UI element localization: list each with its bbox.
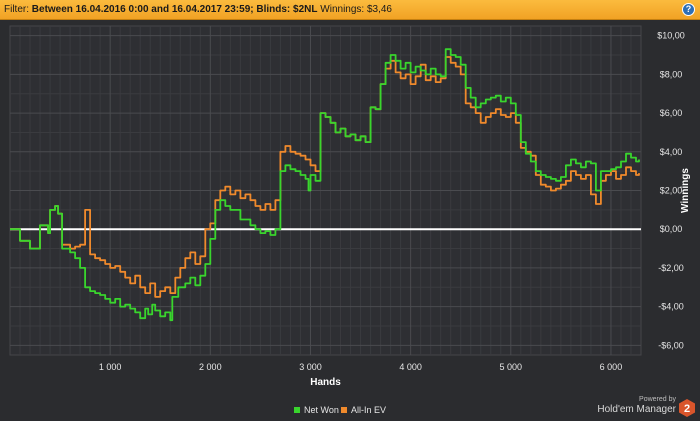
- y-tick-label: $4,00: [660, 147, 683, 157]
- allin-ev-swatch: [341, 407, 347, 413]
- y-tick-label: $10,00: [657, 31, 685, 41]
- filter-winnings: Winnings: $3,46: [320, 4, 392, 15]
- x-tick-label: 1 000: [99, 362, 122, 372]
- x-tick-label: 2 000: [199, 362, 222, 372]
- x-tick-label: 6 000: [600, 362, 623, 372]
- y-tick-label: $8,00: [660, 69, 683, 79]
- legend-label-net-won: Net Won: [304, 405, 339, 415]
- help-icon[interactable]: ?: [682, 3, 695, 16]
- filter-range: Between 16.04.2016 0:00 and 16.04.2017 2…: [31, 4, 254, 15]
- y-axis-label: Winnings: [680, 168, 691, 213]
- net-won-swatch: [294, 407, 300, 413]
- legend-item-net-won[interactable]: Net Won: [294, 405, 339, 415]
- y-tick-label: -$4,00: [658, 302, 684, 312]
- logo-number: 2: [684, 403, 690, 415]
- powered-by: Powered by Hold'em Manager: [597, 395, 676, 415]
- x-tick-label: 4 000: [399, 362, 422, 372]
- legend-item-allin-ev[interactable]: All-In EV: [341, 405, 386, 415]
- y-tick-label: $2,00: [660, 186, 683, 196]
- y-tick-label: -$6,00: [658, 340, 684, 350]
- y-tick-label: -$2,00: [658, 263, 684, 273]
- chart-window: Filter: Between 16.04.2016 0:00 and 16.0…: [0, 0, 700, 421]
- filter-bar: Filter: Between 16.04.2016 0:00 and 16.0…: [0, 0, 700, 20]
- product-name: Hold'em Manager: [597, 404, 676, 415]
- x-tick-label: 5 000: [500, 362, 523, 372]
- legend-label-allin-ev: All-In EV: [351, 405, 387, 415]
- y-tick-label: $0,00: [660, 224, 683, 234]
- filter-blinds: Blinds: $2NL: [256, 4, 318, 15]
- filter-text: Filter: Between 16.04.2016 0:00 and 16.0…: [4, 4, 392, 15]
- winnings-chart: 1 000 2 000 3 000 4 000 5 000 6 000 -$6,00 -$4,…: [9, 25, 691, 388]
- x-tick-label: 3 000: [299, 362, 322, 372]
- y-tick-label: $6,00: [660, 108, 683, 118]
- holdem-manager-logo-icon: 2: [679, 399, 695, 417]
- x-axis-label: Hands: [310, 377, 341, 388]
- filter-prefix: Filter:: [4, 4, 29, 15]
